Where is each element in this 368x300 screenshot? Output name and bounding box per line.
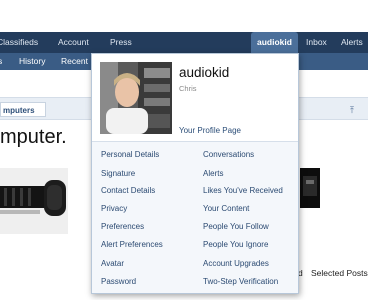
subnav-item-cut[interactable]: s	[0, 53, 2, 70]
link-contact-details[interactable]: Contact Details	[101, 184, 155, 197]
link-password[interactable]: Password	[101, 275, 136, 288]
dropdown-username[interactable]: audiokid	[179, 65, 229, 80]
link-conversations[interactable]: Conversations	[203, 148, 254, 161]
dropdown-user-title: Chris	[179, 84, 197, 93]
page-title: mputer.	[0, 126, 67, 148]
top-navigation-bar: Classifieds Account Press audiokid Inbox…	[0, 32, 368, 53]
link-account-upgrades[interactable]: Account Upgrades	[203, 257, 269, 270]
account-dropdown-menu: audiokid Chris Your Profile Page Persona…	[91, 53, 299, 294]
thumbnail-image	[300, 168, 320, 208]
subnav-item-recent[interactable]: Recent I	[61, 53, 93, 70]
nav-tab-classifieds[interactable]: Classifieds	[0, 32, 38, 53]
link-personal-details[interactable]: Personal Details	[101, 148, 159, 161]
your-profile-page-link[interactable]: Your Profile Page	[179, 126, 241, 135]
link-alert-preferences[interactable]: Alert Preferences	[101, 238, 163, 251]
avatar[interactable]	[100, 62, 172, 134]
nav-tab-account[interactable]: Account	[58, 32, 89, 53]
link-privacy[interactable]: Privacy	[101, 202, 127, 215]
link-avatar[interactable]: Avatar	[101, 257, 124, 270]
link-alerts[interactable]: Alerts	[203, 167, 223, 180]
link-signature[interactable]: Signature	[101, 167, 135, 180]
link-people-you-ignore[interactable]: People You Ignore	[203, 238, 268, 251]
arrow-up-icon[interactable]: ⤒	[350, 105, 354, 116]
dropdown-header: audiokid Chris Your Profile Page	[92, 54, 298, 142]
subnav-item-history[interactable]: History	[19, 53, 45, 70]
link-two-step-verification[interactable]: Two-Step Verification	[203, 275, 278, 288]
selected-posts-label[interactable]: Selected Posts:	[311, 268, 368, 278]
nav-tab-audiokid-active[interactable]: audiokid	[251, 32, 298, 53]
link-your-content[interactable]: Your Content	[203, 202, 249, 215]
nav-tab-press[interactable]: Press	[110, 32, 132, 53]
link-preferences[interactable]: Preferences	[101, 220, 144, 233]
nav-tab-alerts[interactable]: Alerts	[341, 32, 363, 53]
nav-tab-inbox[interactable]: Inbox	[306, 32, 327, 53]
link-people-you-follow[interactable]: People You Follow	[203, 220, 269, 233]
microphone-image	[0, 168, 68, 234]
breadcrumb-computers[interactable]: mputers	[0, 102, 46, 117]
link-likes-received[interactable]: Likes You've Received	[203, 184, 283, 197]
